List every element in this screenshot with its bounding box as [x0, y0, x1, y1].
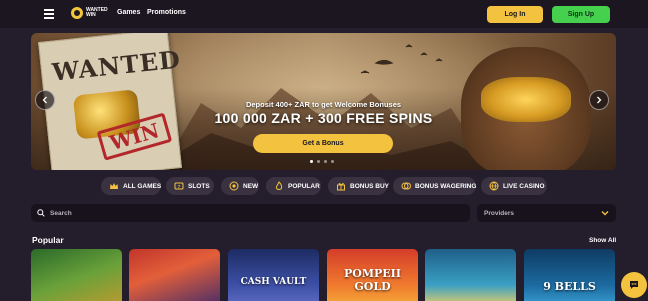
category-popular[interactable]: POPULAR: [266, 177, 321, 195]
fire-icon: [275, 181, 283, 190]
nav-promotions[interactable]: Promotions: [147, 9, 186, 16]
menu-icon[interactable]: [44, 9, 54, 19]
promo-banner[interactable]: WANTED WIN Deposit 400+ ZAR to get Welco…: [31, 33, 616, 170]
show-all-link[interactable]: Show All: [589, 237, 616, 244]
svg-text:7: 7: [178, 184, 181, 189]
logo[interactable]: WANTED WIN: [71, 7, 112, 19]
game-card[interactable]: [129, 249, 220, 301]
game-title: CASH VAULT: [240, 277, 307, 287]
game-card[interactable]: POMPEII GOLD: [327, 249, 418, 301]
slide-dot[interactable]: [324, 160, 327, 163]
game-card[interactable]: CASH VAULT: [228, 249, 319, 301]
poster-title: WANTED: [50, 44, 183, 87]
category-slots[interactable]: 7 SLOTS: [166, 177, 214, 195]
category-new[interactable]: NEW: [221, 177, 259, 195]
category-label: ALL GAMES: [123, 182, 162, 190]
category-label: SLOTS: [188, 182, 210, 190]
search-icon: [37, 209, 45, 217]
game-card[interactable]: [425, 249, 516, 301]
get-bonus-button[interactable]: Get a Bonus: [253, 134, 393, 153]
coins-icon: [401, 182, 411, 190]
slide-dots: [310, 160, 334, 163]
category-label: POPULAR: [288, 182, 320, 190]
game-card[interactable]: 9 BELLS: [524, 249, 615, 301]
crown-icon: [110, 183, 118, 189]
category-bonus-wagering[interactable]: BONUS WAGERING: [393, 177, 476, 195]
game-card[interactable]: [31, 249, 122, 301]
logo-text: WANTED WIN: [86, 6, 108, 18]
providers-dropdown[interactable]: Providers: [477, 204, 616, 222]
slide-dot[interactable]: [310, 160, 313, 163]
promo-headline: 100 000 ZAR + 300 FREE SPINS: [214, 110, 433, 126]
category-all-games[interactable]: ALL GAMES: [101, 177, 161, 195]
providers-label: Providers: [484, 209, 514, 217]
category-live-casino[interactable]: LIVE CASINO: [481, 177, 547, 195]
top-header: WANTED WIN Games Promotions Log In Sign …: [0, 0, 648, 28]
new-icon: [229, 181, 239, 191]
search-input[interactable]: [50, 209, 450, 217]
signup-button[interactable]: Sign Up: [552, 6, 610, 23]
chevron-down-icon: [601, 211, 609, 216]
globe-icon: [489, 181, 499, 191]
promo-subtitle: Deposit 400+ ZAR to get Welcome Bonuses: [245, 100, 402, 109]
login-button[interactable]: Log In: [487, 6, 543, 23]
category-label: LIVE CASINO: [503, 182, 545, 190]
slide-dot[interactable]: [317, 160, 320, 163]
logo-mark-icon: [71, 7, 83, 19]
category-label: NEW: [243, 182, 259, 190]
nav-games[interactable]: Games: [117, 9, 140, 16]
category-label: BONUS WAGERING: [415, 182, 477, 190]
slots-icon: 7: [174, 182, 184, 190]
category-label: BONUS BUY: [350, 182, 390, 190]
chat-button[interactable]: [621, 272, 647, 298]
game-title: POMPEII GOLD: [344, 267, 401, 293]
game-title: 9 BELLS: [543, 280, 596, 293]
chat-bubble-icon: [630, 281, 638, 289]
slide-dot[interactable]: [331, 160, 334, 163]
search-bar[interactable]: [31, 204, 470, 222]
category-bonus-buy[interactable]: BONUS BUY: [328, 177, 390, 195]
gift-icon: [337, 182, 345, 191]
section-title-popular: Popular: [32, 235, 64, 245]
category-bar: ALL GAMES 7 SLOTS NEW POPULAR BONUS BUY …: [0, 177, 648, 195]
